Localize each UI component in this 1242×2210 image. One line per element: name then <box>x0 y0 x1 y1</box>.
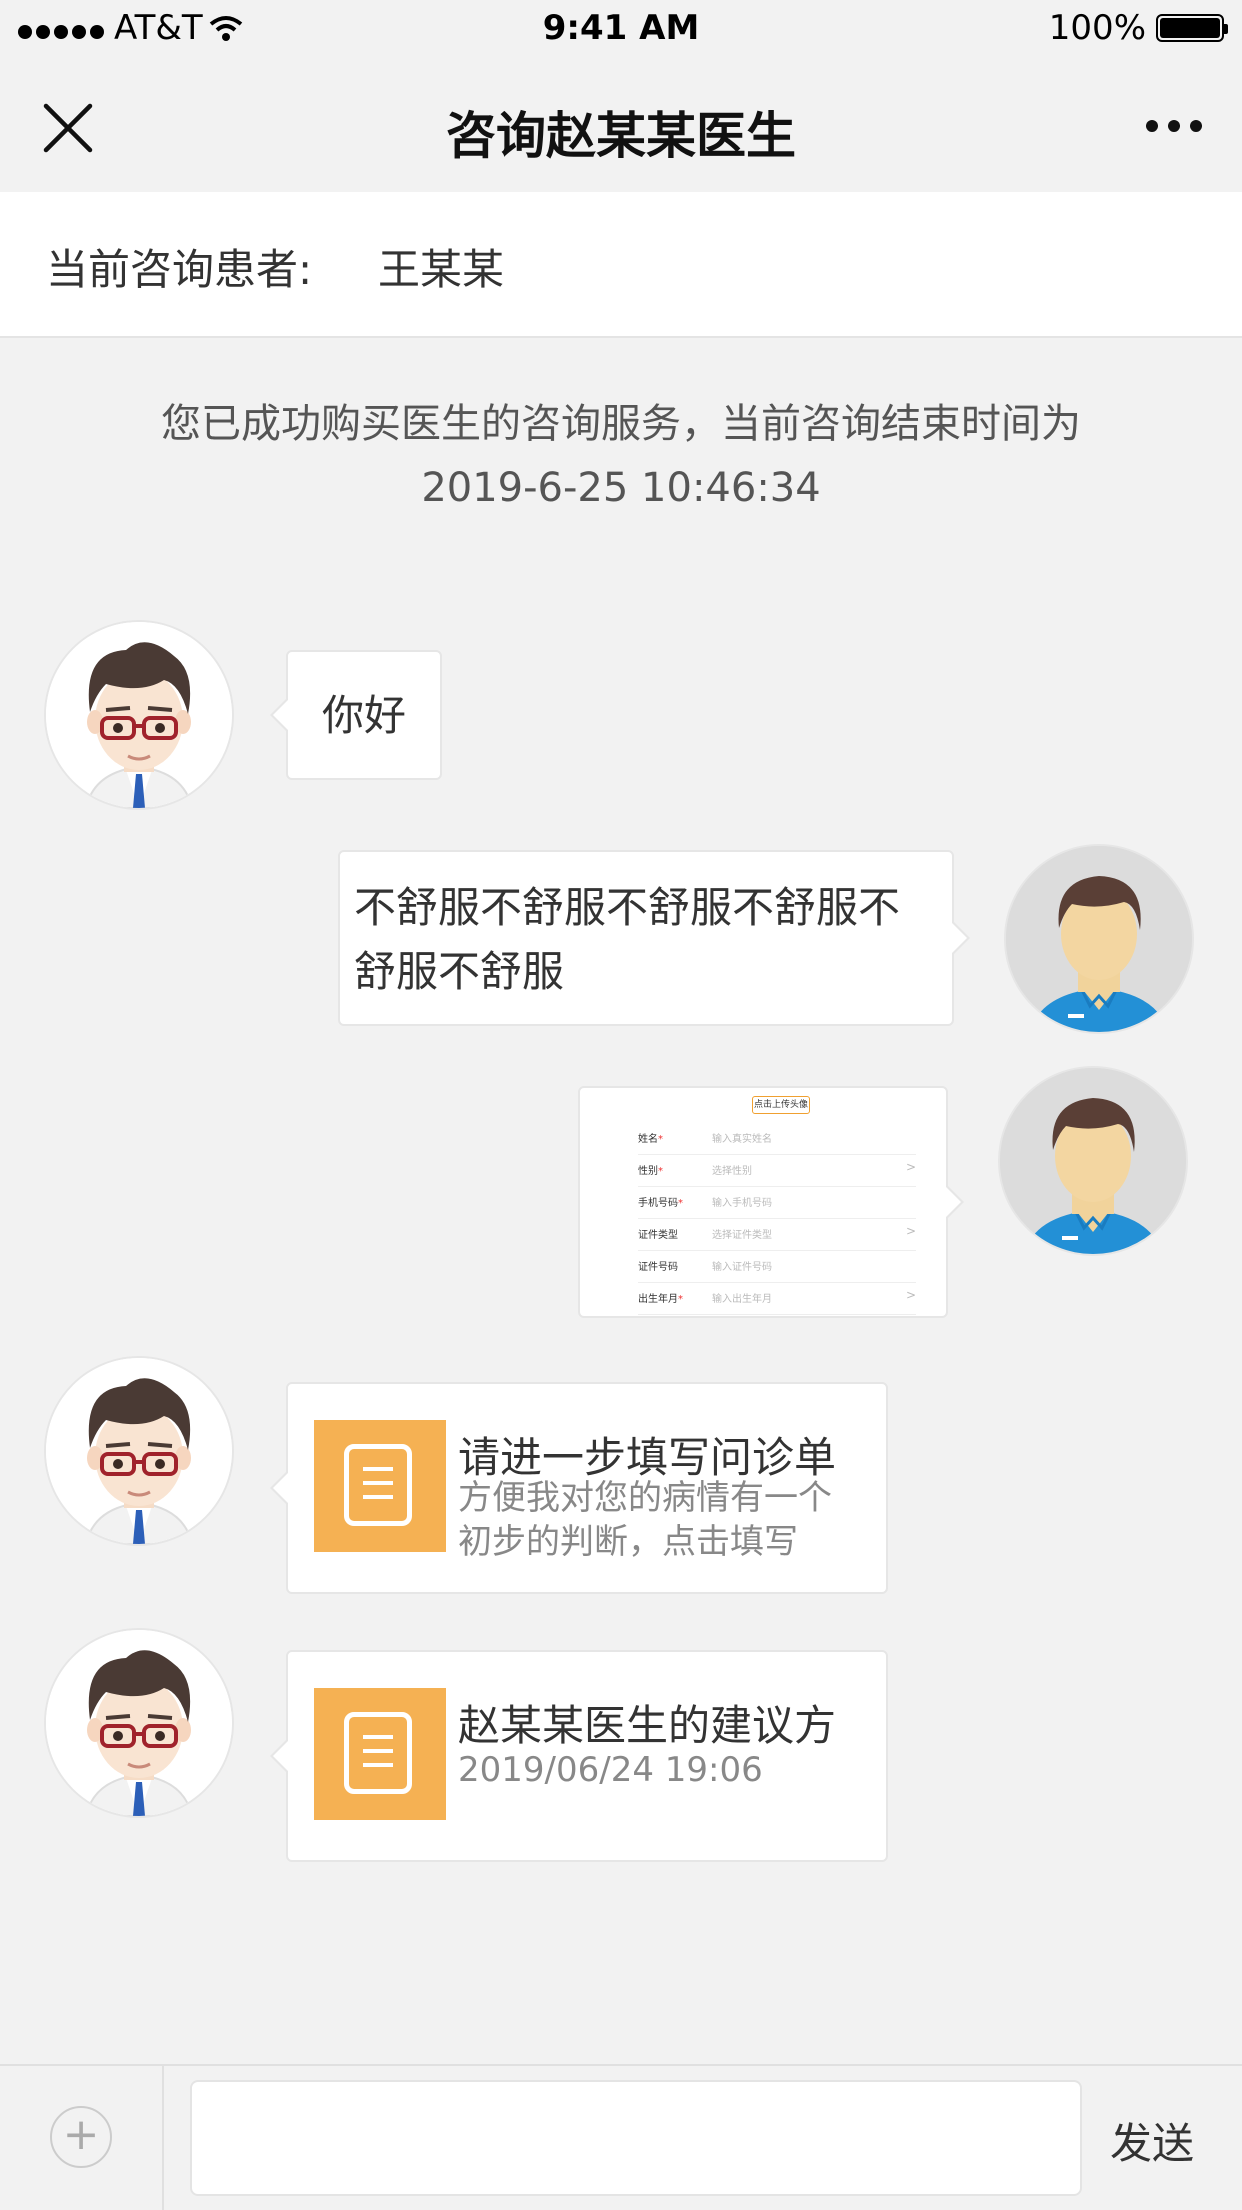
patient-bar: 当前咨询患者: 王某某 <box>0 192 1242 338</box>
notice-line-1: 您已成功购买医生的咨询服务，当前咨询结束时间为 <box>161 401 1081 447</box>
document-icon <box>314 1420 446 1552</box>
notice-end-time: 2019-6-25 10:46:34 <box>421 465 821 511</box>
card-timestamp: 2019/06/24 19:06 <box>458 1750 763 1790</box>
send-button[interactable]: 发送 <box>1110 2110 1194 2171</box>
nav-bar: 咨询赵某某医生 <box>0 60 1242 190</box>
plus-icon[interactable]: + <box>50 2106 112 2168</box>
doctor-avatar[interactable] <box>46 622 232 808</box>
patient-name: 王某某 <box>378 245 505 294</box>
doctor-avatar[interactable] <box>46 1358 232 1544</box>
questionnaire-card[interactable]: 请进一步填写问诊单 方便我对您的病情有一个 初步的判断，点击填写 <box>270 1382 888 1594</box>
system-notice: 您已成功购买医生的咨询服务，当前咨询结束时间为 2019-6-25 10:46:… <box>0 392 1242 520</box>
upload-avatar-thumb: 点击上传头像 <box>752 1096 810 1114</box>
message-input[interactable] <box>190 2080 1082 2196</box>
doctor-avatar[interactable] <box>46 1630 232 1816</box>
message-bubble[interactable]: 你好 <box>270 650 442 780</box>
form-thumb-row: 手机号码* 输入手机号码 <box>638 1186 916 1219</box>
message-bubble[interactable]: 不舒服不舒服不舒服不舒服不 舒服不舒服 <box>338 850 970 1026</box>
patient-avatar[interactable] <box>1006 846 1192 1032</box>
divider <box>162 2066 164 2210</box>
form-thumb-row: 性别* 选择性别 > <box>638 1154 916 1187</box>
battery-status: 100% <box>1048 8 1228 48</box>
card-subtitle: 方便我对您的病情有一个 初步的判断，点击填写 <box>458 1478 832 1562</box>
message-text: 你好 <box>322 691 407 740</box>
document-icon <box>314 1688 446 1820</box>
page-title: 咨询赵某某医生 <box>446 107 796 165</box>
patient-avatar[interactable] <box>1000 1068 1186 1254</box>
message-text: 不舒服不舒服不舒服不舒服不 舒服不舒服 <box>354 883 901 996</box>
status-bar: AT&T 9:41 AM 100% <box>0 0 1242 60</box>
battery-percent: 100% <box>1048 8 1146 48</box>
form-thumb-row: 出生年月* 输入出生年月 > <box>638 1282 916 1315</box>
suggestion-card[interactable]: 赵某某医生的建议方 2019/06/24 19:06 <box>270 1650 888 1862</box>
battery-icon <box>1156 14 1228 42</box>
input-bar: + 发送 <box>0 2064 1242 2210</box>
card-title: 赵某某医生的建议方 <box>458 1701 837 1750</box>
more-icon[interactable] <box>1146 120 1202 132</box>
form-thumb-row: 姓名* 输入真实姓名 <box>638 1122 916 1155</box>
patient-label: 当前咨询患者: <box>46 245 313 294</box>
image-message[interactable]: 点击上传头像 姓名* 输入真实姓名 性别* 选择性别 > 手机号码* 输入手机号码 证件… <box>578 1086 964 1318</box>
form-thumb-row: 证件号码 输入证件号码 <box>638 1250 916 1283</box>
form-thumb-row: 证件类型 选择证件类型 > <box>638 1218 916 1251</box>
